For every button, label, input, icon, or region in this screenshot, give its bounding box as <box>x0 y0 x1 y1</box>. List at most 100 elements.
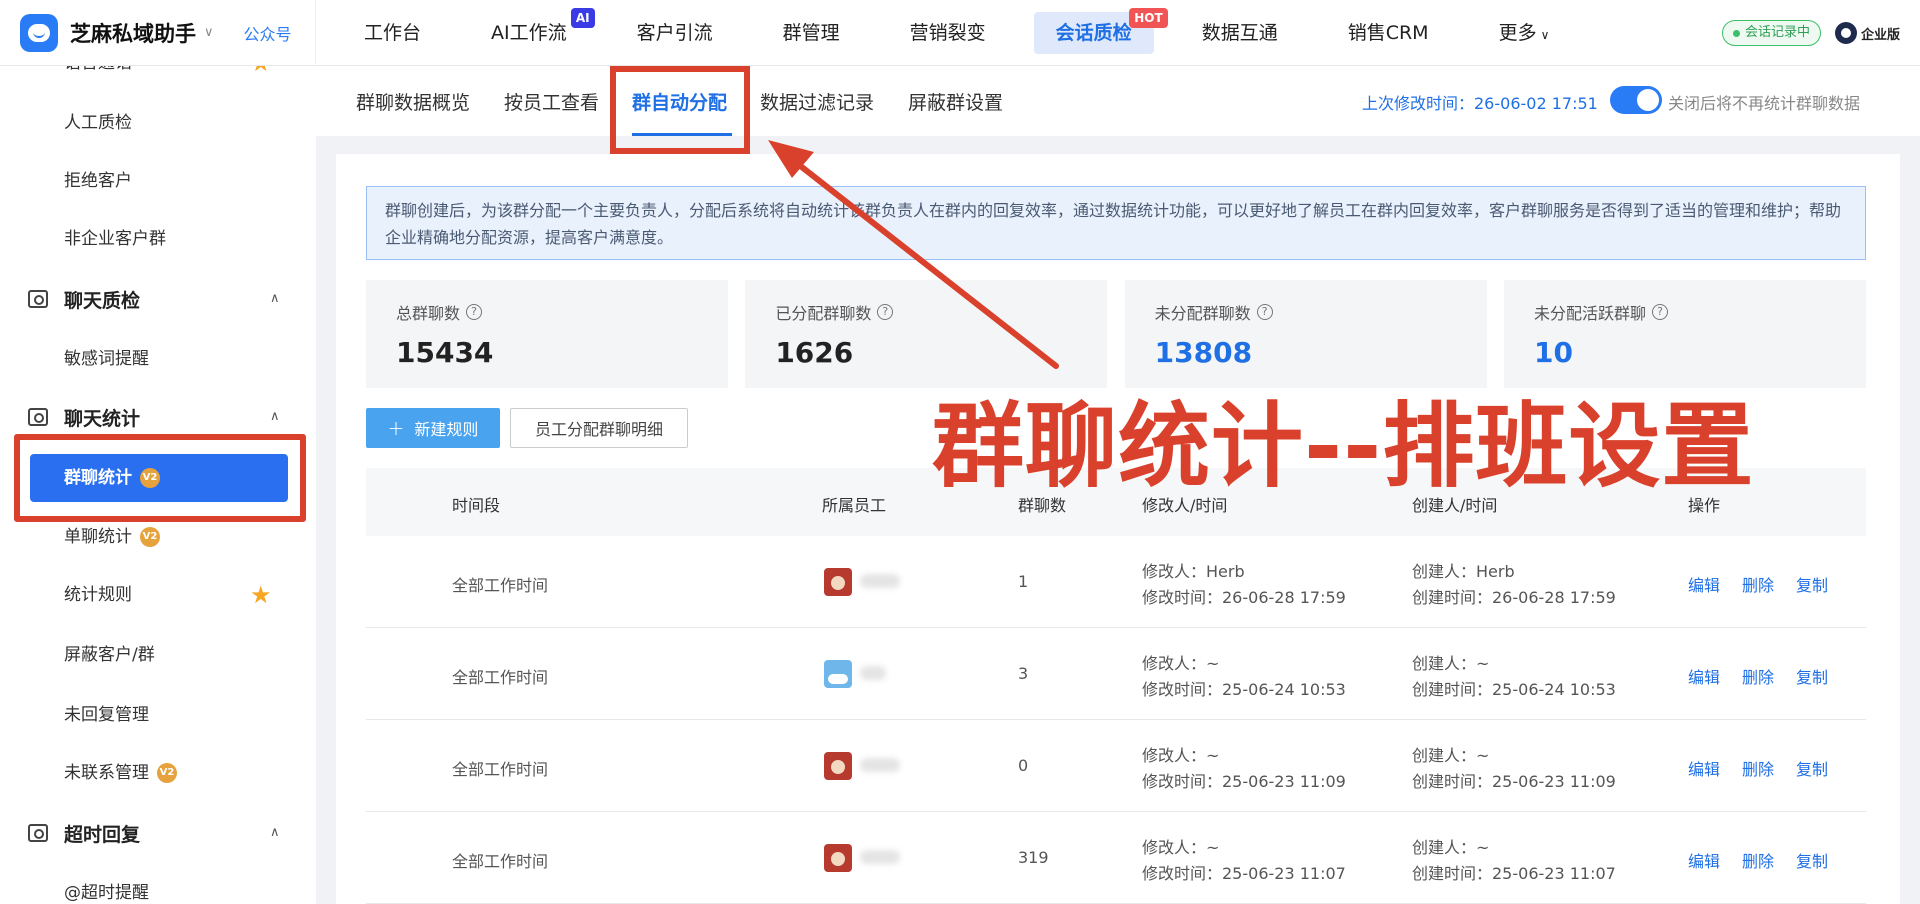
help-icon[interactable]: ? <box>466 304 483 320</box>
delete-link[interactable]: 删除 <box>1742 756 1774 780</box>
copy-link[interactable]: 复制 <box>1796 664 1828 688</box>
creator-cell: 创建人：~ <box>1412 746 1490 765</box>
status-dot-icon <box>1732 29 1740 37</box>
rules-table: 时间段 所属员工 群聊数 修改人/时间 创建人/时间 操作 全部工作时间 1 修… <box>366 468 1866 904</box>
nav-group-management[interactable]: 群管理 <box>761 12 862 54</box>
stat-label: 总群聊数 <box>396 304 461 323</box>
nav-marketing-fission[interactable]: 营销裂变 <box>888 12 1008 54</box>
table-row: 全部工作时间 3 修改人：~ 修改时间：25-06-24 10:53 创建人：~… <box>366 628 1866 720</box>
help-icon[interactable]: ? <box>1652 304 1668 320</box>
creator-cell: 创建人：~ <box>1412 838 1490 857</box>
chevron-up-icon[interactable]: ∧ <box>270 818 280 848</box>
hot-badge: HOT <box>1129 7 1168 28</box>
content-panel: 群聊创建后，为该群分配一个主要负责人，分配后系统将自动统计该群负责人在群内的回复… <box>336 154 1900 904</box>
delete-link[interactable]: 删除 <box>1742 572 1774 596</box>
new-rule-button[interactable]: + 新建规则 <box>366 408 500 448</box>
enterprise-icon <box>1834 22 1857 44</box>
sidebar-item-blocked[interactable]: 屏蔽客户/群 <box>64 640 155 670</box>
edit-link[interactable]: 编辑 <box>1688 756 1720 780</box>
modifier-cell: 修改人：Herb <box>1142 562 1245 581</box>
chevron-up-icon[interactable]: ∧ <box>270 284 280 314</box>
table-row: 全部工作时间 1 修改人：Herb 修改时间：26-06-28 17:59 创建… <box>366 536 1866 628</box>
sidebar-item-no-contact[interactable]: 未联系管理 V2 <box>64 758 177 788</box>
avatar <box>824 844 852 872</box>
stat-value[interactable]: 10 <box>1534 336 1836 369</box>
copy-link[interactable]: 复制 <box>1796 572 1828 596</box>
tab-group-overview[interactable]: 群聊数据概览 <box>356 88 470 115</box>
stat-value: 15434 <box>396 336 494 369</box>
sidebar-item-no-reply[interactable]: 未回复管理 <box>64 700 149 730</box>
nav-workbench[interactable]: 工作台 <box>342 12 443 54</box>
plus-icon: + <box>387 416 405 440</box>
delete-link[interactable]: 删除 <box>1742 664 1774 688</box>
nav-customer-acquisition[interactable]: 客户引流 <box>615 12 735 54</box>
annotation-frame-sidebar <box>14 434 306 522</box>
column-header: 时间段 <box>452 496 501 515</box>
column-header: 所属员工 <box>822 496 887 515</box>
record-status-badge[interactable]: 会话记录中 <box>1721 20 1821 46</box>
stat-label: 已分配群聊数 <box>775 304 872 323</box>
chevron-down-icon[interactable]: ∨ <box>204 25 214 40</box>
modifier-cell: 修改人：~ <box>1142 746 1220 765</box>
timeout-icon <box>28 824 48 842</box>
tab-blocked-groups[interactable]: 屏蔽群设置 <box>908 88 1003 115</box>
stats-toggle-switch[interactable] <box>1610 86 1662 114</box>
modify-time-cell: 修改时间：25-06-24 10:53 <box>1142 680 1346 699</box>
sidebar-group-timeout[interactable]: 超时回复 <box>28 818 140 848</box>
creator-cell: 创建人：Herb <box>1412 562 1515 581</box>
copy-link[interactable]: 复制 <box>1796 848 1828 872</box>
sidebar-item-voice-call[interactable]: 语音通话 <box>64 66 132 78</box>
employee-detail-button[interactable]: 员工分配群聊明细 <box>510 408 688 448</box>
edit-link[interactable]: 编辑 <box>1688 572 1720 596</box>
delete-link[interactable]: 删除 <box>1742 848 1774 872</box>
official-account-link[interactable]: 公众号 <box>244 21 292 45</box>
sidebar-item-stats-rules[interactable]: 统计规则 <box>64 580 132 610</box>
sidebar-group-chat-stats[interactable]: 聊天统计 <box>28 402 140 432</box>
table-row: 全部工作时间 319 修改人：~ 修改时间：25-06-23 11:07 创建人… <box>366 812 1866 904</box>
period-cell: 全部工作时间 <box>452 576 549 595</box>
star-icon: ★ <box>250 66 272 78</box>
period-cell: 全部工作时间 <box>452 760 549 779</box>
edit-link[interactable]: 编辑 <box>1688 664 1720 688</box>
sidebar-item-sensitive-words[interactable]: 敏感词提醒 <box>64 344 149 374</box>
nav-data-sync[interactable]: 数据互通 <box>1180 12 1300 54</box>
last-modified-time: 上次修改时间：26-06-02 17:51 <box>1362 94 1598 113</box>
brand-name[interactable]: 芝麻私域助手 <box>70 18 196 48</box>
modifier-cell: 修改人：~ <box>1142 838 1220 857</box>
avatar <box>824 660 852 688</box>
table-row: 全部工作时间 0 修改人：~ 修改时间：25-06-23 11:09 创建人：~… <box>366 720 1866 812</box>
header-right: 会话记录中 企业版 <box>1721 20 1900 46</box>
copy-link[interactable]: 复制 <box>1796 756 1828 780</box>
modify-time-cell: 修改时间：25-06-23 11:07 <box>1142 864 1346 883</box>
tab-by-employee[interactable]: 按员工查看 <box>504 88 599 115</box>
top-nav: 工作台 AI工作流 AI 客户引流 群管理 营销裂变 会话质检 HOT 数据互通 销… <box>342 0 1597 66</box>
modify-time-cell: 修改时间：26-06-28 17:59 <box>1142 588 1346 607</box>
nav-session-qc[interactable]: 会话质检 HOT <box>1033 7 1168 54</box>
nav-ai-workflow[interactable]: AI工作流 AI <box>469 7 595 54</box>
create-time-cell: 创建时间：25-06-23 11:07 <box>1412 864 1616 883</box>
nav-more[interactable]: 更多 ∨ <box>1477 12 1572 54</box>
period-cell: 全部工作时间 <box>452 852 549 871</box>
count-cell: 0 <box>1018 756 1029 775</box>
sidebar-item-non-enterprise-group[interactable]: 非企业客户群 <box>64 224 166 254</box>
sidebar-group-chat-qc[interactable]: 聊天质检 <box>28 284 140 314</box>
chat-stats-icon <box>28 408 48 426</box>
sidebar-item-manual-qc[interactable]: 人工质检 <box>64 108 132 138</box>
sidebar-item-single-stats[interactable]: 单聊统计 V2 <box>64 522 160 552</box>
help-icon[interactable]: ? <box>877 304 894 320</box>
chevron-up-icon[interactable]: ∧ <box>270 402 280 432</box>
tab-filter-records[interactable]: 数据过滤记录 <box>760 88 874 115</box>
stat-value[interactable]: 13808 <box>1155 336 1457 369</box>
creator-cell: 创建人：~ <box>1412 654 1490 673</box>
create-time-cell: 创建时间：25-06-23 11:09 <box>1412 772 1616 791</box>
edit-link[interactable]: 编辑 <box>1688 848 1720 872</box>
stat-label: 未分配群聊数 <box>1154 304 1251 323</box>
nav-sales-crm[interactable]: 销售CRM <box>1326 12 1451 54</box>
sidebar-item-timeout-alert[interactable]: @超时提醒 <box>64 878 149 904</box>
app-logo-icon[interactable] <box>20 13 58 52</box>
chat-qc-icon <box>28 290 48 308</box>
stat-label: 未分配活跃群聊 <box>1533 304 1646 323</box>
help-icon[interactable]: ? <box>1256 304 1273 320</box>
sub-tabs: 群聊数据概览 按员工查看 群自动分配 数据过滤记录 屏蔽群设置 上次修改时间：2… <box>316 66 1920 154</box>
sidebar-item-reject-customer[interactable]: 拒绝客户 <box>64 166 132 196</box>
